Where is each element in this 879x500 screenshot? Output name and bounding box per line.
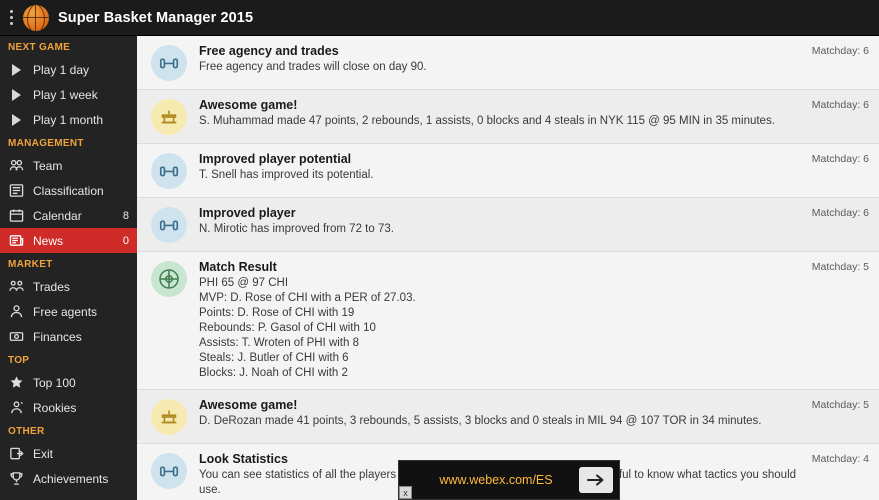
sidebar-item-news[interactable]: News 0 bbox=[0, 228, 137, 253]
news-text: Improved player N. Mirotic has improved … bbox=[199, 206, 812, 237]
sidebar-item-play-1-week[interactable]: Play 1 week bbox=[0, 82, 137, 107]
news-text: Improved player potential T. Snell has i… bbox=[199, 152, 812, 183]
sidebar-item-label: Rookies bbox=[33, 400, 77, 415]
person-icon bbox=[8, 303, 25, 320]
play-icon bbox=[8, 111, 25, 128]
news-item[interactable]: Match Result PHI 65 @ 97 CHI MVP: D. Ros… bbox=[137, 252, 879, 390]
news-title: Free agency and trades bbox=[199, 44, 339, 58]
exit-icon bbox=[8, 445, 25, 462]
sidebar-item-trades[interactable]: Trades bbox=[0, 274, 137, 299]
news-matchday: Matchday: 5 bbox=[811, 261, 869, 273]
sidebar-item-exit[interactable]: Exit bbox=[0, 441, 137, 466]
news-body: PHI 65 @ 97 CHI MVP: D. Rose of CHI with… bbox=[199, 277, 416, 379]
trade-icon bbox=[8, 278, 25, 295]
news-matchday: Matchday: 6 bbox=[811, 207, 869, 219]
news-badge: 0 bbox=[122, 234, 129, 247]
sidebar-section-top: TOP bbox=[8, 355, 30, 366]
news-matchday: Matchday: 6 bbox=[811, 153, 869, 165]
news-text: Match Result PHI 65 @ 97 CHI MVP: D. Ros… bbox=[199, 260, 812, 381]
news-item[interactable]: Improved player potential T. Snell has i… bbox=[137, 144, 879, 198]
money-icon bbox=[8, 328, 25, 345]
news-matchday: Matchday: 6 bbox=[811, 99, 869, 111]
overflow-menu-icon[interactable] bbox=[3, 0, 19, 36]
court-icon bbox=[151, 261, 187, 297]
news-icon bbox=[8, 232, 25, 249]
news-item[interactable]: Free agency and trades Free agency and t… bbox=[137, 36, 879, 90]
sidebar-item-label: Top 100 bbox=[33, 375, 76, 390]
ad-url[interactable]: www.webex.com/ES bbox=[399, 473, 579, 487]
news-title: Awesome game! bbox=[199, 98, 298, 112]
sidebar-item-finances[interactable]: Finances bbox=[0, 324, 137, 349]
sidebar-section-other: OTHER bbox=[8, 426, 45, 437]
sidebar-item-label: Exit bbox=[33, 446, 54, 461]
news-matchday: Matchday: 4 bbox=[811, 453, 869, 465]
sidebar-item-label: Team bbox=[33, 158, 63, 173]
sidebar-item-classification[interactable]: Classification bbox=[0, 178, 137, 203]
app-window: Super Basket Manager 2015 NEXT GAME Play… bbox=[0, 0, 879, 500]
sidebar-item-play-1-day[interactable]: Play 1 day bbox=[0, 57, 137, 82]
handshake-icon bbox=[151, 207, 187, 243]
basketball-icon bbox=[23, 4, 49, 31]
ad-close-button[interactable]: x bbox=[399, 486, 412, 499]
news-text: Awesome game! D. DeRozan made 41 points,… bbox=[199, 398, 812, 429]
trophy-icon bbox=[8, 470, 25, 487]
sidebar-item-play-1-month[interactable]: Play 1 month bbox=[0, 107, 137, 132]
calendar-badge: 8 bbox=[122, 209, 129, 222]
rookie-icon bbox=[8, 399, 25, 416]
news-item[interactable]: Awesome game! D. DeRozan made 41 points,… bbox=[137, 390, 879, 444]
news-title: Improved player bbox=[199, 206, 296, 220]
app-body: NEXT GAME Play 1 day Play 1 week Play 1 … bbox=[0, 36, 879, 500]
sidebar-item-label: Finances bbox=[33, 329, 82, 344]
sidebar-item-achievements[interactable]: Achievements bbox=[0, 466, 137, 491]
app-title: Super Basket Manager 2015 bbox=[58, 9, 254, 26]
news-item[interactable]: Awesome game! S. Muhammad made 47 points… bbox=[137, 90, 879, 144]
arrow-right-icon[interactable] bbox=[579, 467, 613, 493]
sidebar-item-label: Play 1 week bbox=[33, 87, 98, 102]
title-bar: Super Basket Manager 2015 bbox=[0, 0, 879, 36]
play-icon bbox=[8, 86, 25, 103]
news-matchday: Matchday: 6 bbox=[811, 45, 869, 57]
sidebar-item-label: Trades bbox=[33, 279, 70, 294]
sidebar-item-label: Classification bbox=[33, 183, 104, 198]
sidebar-item-label: Achievements bbox=[33, 471, 109, 486]
list-icon bbox=[8, 182, 25, 199]
sidebar-item-rookies[interactable]: Rookies bbox=[0, 395, 137, 420]
news-body: S. Muhammad made 47 points, 2 rebounds, … bbox=[199, 115, 775, 127]
star-icon bbox=[8, 374, 25, 391]
news-title: Improved player potential bbox=[199, 152, 352, 166]
news-body: T. Snell has improved its potential. bbox=[199, 169, 374, 181]
podium-icon bbox=[151, 399, 187, 435]
sidebar-item-label: Play 1 month bbox=[33, 112, 104, 127]
sidebar-item-team[interactable]: Team bbox=[0, 153, 137, 178]
news-body: N. Mirotic has improved from 72 to 73. bbox=[199, 223, 394, 235]
sidebar-item-label: News bbox=[33, 233, 64, 248]
sidebar-item-top-100[interactable]: Top 100 bbox=[0, 370, 137, 395]
news-title: Awesome game! bbox=[199, 398, 298, 412]
sidebar-item-free-agents[interactable]: Free agents bbox=[0, 299, 137, 324]
news-list[interactable]: Free agency and trades Free agency and t… bbox=[137, 36, 879, 500]
team-icon bbox=[8, 157, 25, 174]
sidebar-item-label: Calendar bbox=[33, 208, 82, 223]
play-icon bbox=[8, 61, 25, 78]
news-body: D. DeRozan made 41 points, 3 rebounds, 5… bbox=[199, 415, 762, 427]
news-title: Match Result bbox=[199, 260, 277, 274]
sidebar-item-label: Play 1 day bbox=[33, 62, 90, 77]
handshake-icon bbox=[151, 153, 187, 189]
sidebar-section-next-game: NEXT GAME bbox=[8, 42, 71, 53]
podium-icon bbox=[151, 99, 187, 135]
calendar-icon bbox=[8, 207, 25, 224]
news-body: Free agency and trades will close on day… bbox=[199, 61, 427, 73]
handshake-icon bbox=[151, 45, 187, 81]
sidebar-item-label: Free agents bbox=[33, 304, 98, 319]
sidebar-item-calendar[interactable]: Calendar 8 bbox=[0, 203, 137, 228]
sidebar: NEXT GAME Play 1 day Play 1 week Play 1 … bbox=[0, 36, 137, 500]
news-matchday: Matchday: 5 bbox=[811, 399, 869, 411]
handshake-icon bbox=[151, 453, 187, 489]
news-text: Free agency and trades Free agency and t… bbox=[199, 44, 812, 75]
sidebar-section-management: MANAGEMENT bbox=[8, 138, 84, 149]
sidebar-section-market: MARKET bbox=[8, 259, 53, 270]
news-item[interactable]: Improved player N. Mirotic has improved … bbox=[137, 198, 879, 252]
news-text: Awesome game! S. Muhammad made 47 points… bbox=[199, 98, 812, 129]
ad-banner[interactable]: www.webex.com/ES x bbox=[398, 460, 620, 500]
